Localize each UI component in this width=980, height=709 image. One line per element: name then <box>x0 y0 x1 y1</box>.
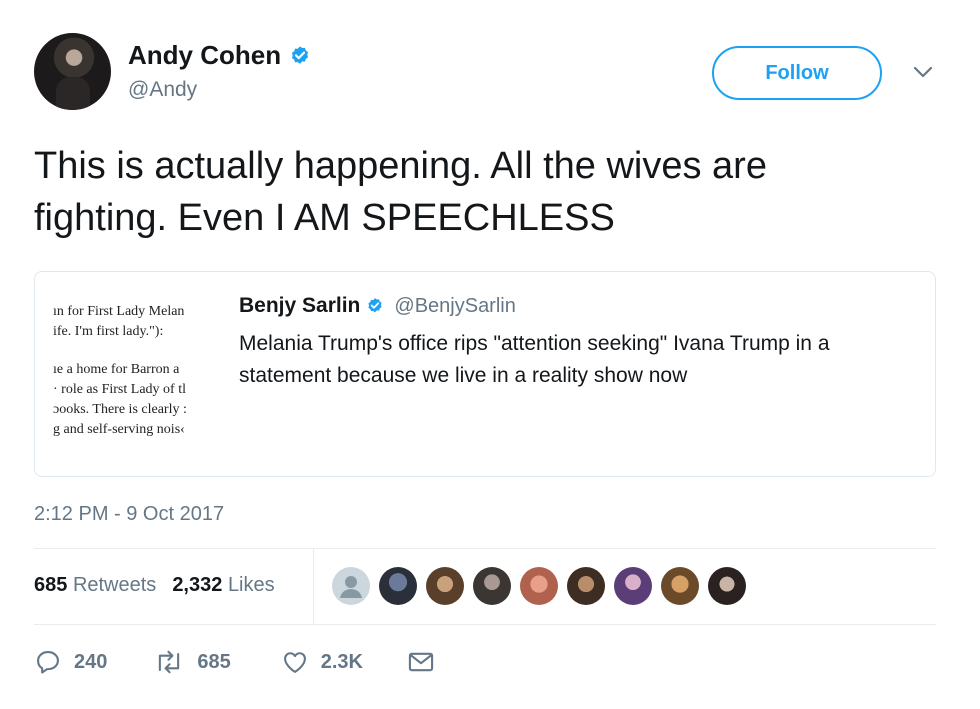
thumbnail-text-line: ıe a home for Barron a <box>53 362 180 377</box>
liker-avatar[interactable] <box>661 567 699 605</box>
retweets-stat[interactable]: 685 Retweets <box>34 574 156 597</box>
reply-count: 240 <box>74 650 108 673</box>
likes-stat[interactable]: 2,332 Likes <box>172 574 274 597</box>
reply-action[interactable]: 240 <box>34 648 107 676</box>
retweet-action[interactable]: 685 <box>153 648 231 676</box>
author-avatar[interactable] <box>34 33 111 110</box>
likes-count: 2,332 <box>172 574 223 596</box>
divider <box>34 548 936 549</box>
thumbnail-text-line: g and self-serving nois‹ <box>53 422 185 437</box>
verified-badge-icon <box>292 45 309 64</box>
liker-avatar[interactable] <box>520 567 558 605</box>
thumbnail-text-line: · role as First Lady of tl <box>53 382 186 397</box>
author-name-row[interactable]: Andy Cohen <box>128 40 311 71</box>
engagement-stats: 685 Retweets 2,332 Likes <box>34 574 275 597</box>
liker-avatar[interactable] <box>426 567 464 605</box>
heart-icon[interactable] <box>281 648 309 676</box>
author-name[interactable]: Andy Cohen <box>128 40 281 71</box>
like-count: 2.3K <box>320 650 363 673</box>
liker-avatar[interactable] <box>473 567 511 605</box>
retweets-count: 685 <box>34 574 68 596</box>
quoted-tweet-thumbnail[interactable]: ın for First Lady Melan ife. I'm first l… <box>53 302 239 452</box>
tweet-text-line-2: fighting. Even I AM SPEECHLESS <box>34 197 615 239</box>
thumbnail-text-line: ife. I'm first lady."): <box>53 324 164 339</box>
follow-button[interactable]: Follow <box>712 46 882 100</box>
liker-avatar-default[interactable] <box>332 567 370 605</box>
divider <box>34 624 936 625</box>
author-handle[interactable]: @Andy <box>128 78 197 102</box>
verified-badge-icon <box>368 298 382 313</box>
liker-avatar[interactable] <box>708 567 746 605</box>
tweet-text-line-1: This is actually happening. All the wive… <box>34 145 767 187</box>
quoted-text-line-2: statement because we live in a reality s… <box>239 364 688 387</box>
retweet-icon[interactable] <box>153 648 185 676</box>
like-action[interactable]: 2.3K <box>281 648 363 676</box>
quoted-text-line-1: Melania Trump's office rips "attention s… <box>239 332 830 355</box>
quoted-author-name[interactable]: Benjy Sarlin <box>239 294 360 318</box>
tweet-actions: 240 685 2.3K <box>34 648 435 676</box>
thumbnail-text-line: ın for First Lady Melan <box>53 304 185 319</box>
direct-message-action[interactable] <box>407 649 435 675</box>
thumbnail-text-line: ɔooks. There is clearly : <box>53 402 187 417</box>
quoted-author-handle[interactable]: @BenjySarlin <box>394 295 515 318</box>
retweet-count: 685 <box>197 650 231 673</box>
reply-icon[interactable] <box>34 648 62 676</box>
quoted-tweet-text: Melania Trump's office rips "attention s… <box>239 328 919 392</box>
tweet-timestamp[interactable]: 2:12 PM - 9 Oct 2017 <box>34 503 224 526</box>
likes-label: Likes <box>227 574 275 596</box>
chevron-down-icon[interactable] <box>912 64 934 80</box>
envelope-icon[interactable] <box>407 649 435 675</box>
retweets-label: Retweets <box>72 574 157 596</box>
quoted-author-row[interactable]: Benjy Sarlin @BenjySarlin <box>239 294 516 318</box>
liker-avatar[interactable] <box>567 567 605 605</box>
tweet-text: This is actually happening. All the wive… <box>34 140 934 244</box>
liker-avatars <box>332 567 746 605</box>
quoted-tweet-card[interactable]: ın for First Lady Melan ife. I'm first l… <box>34 271 936 477</box>
stats-divider <box>313 549 314 624</box>
liker-avatar[interactable] <box>379 567 417 605</box>
liker-avatar[interactable] <box>614 567 652 605</box>
